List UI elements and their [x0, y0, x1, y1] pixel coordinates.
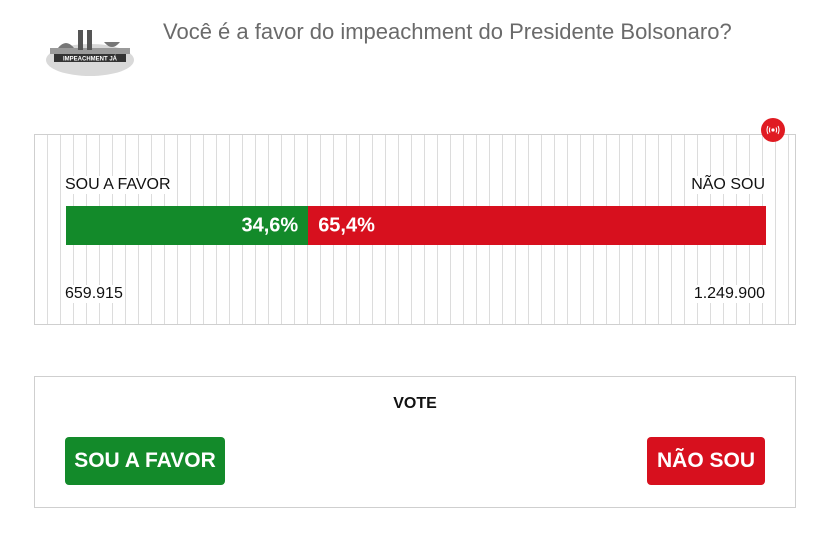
vote-panel: VOTE SOU A FAVOR NÃO SOU	[34, 376, 796, 508]
vote-against-button[interactable]: NÃO SOU	[647, 437, 765, 485]
live-indicator	[761, 118, 785, 142]
broadcast-icon	[766, 125, 780, 135]
poll-question: Você é a favor do impeachment do Preside…	[163, 19, 732, 44]
favor-bar-segment: 34,6%	[66, 206, 309, 245]
vote-title: VOTE	[393, 395, 437, 412]
against-bar-segment: 65,4%	[308, 206, 766, 245]
congress-building-logo-icon: IMPEACHMENT JÁ	[44, 20, 136, 80]
against-count: 1.249.900	[691, 285, 767, 303]
favor-label: SOU A FAVOR	[63, 176, 173, 194]
against-percent: 65,4%	[318, 214, 375, 236]
results-bar: 34,6% 65,4%	[66, 206, 766, 245]
favor-percent: 34,6%	[241, 214, 299, 236]
vote-favor-button[interactable]: SOU A FAVOR	[65, 437, 225, 485]
favor-count: 659.915	[63, 285, 125, 303]
poll-logo: IMPEACHMENT JÁ	[44, 20, 136, 80]
against-label: NÃO SOU	[689, 176, 767, 194]
logo-text: IMPEACHMENT JÁ	[63, 56, 118, 63]
